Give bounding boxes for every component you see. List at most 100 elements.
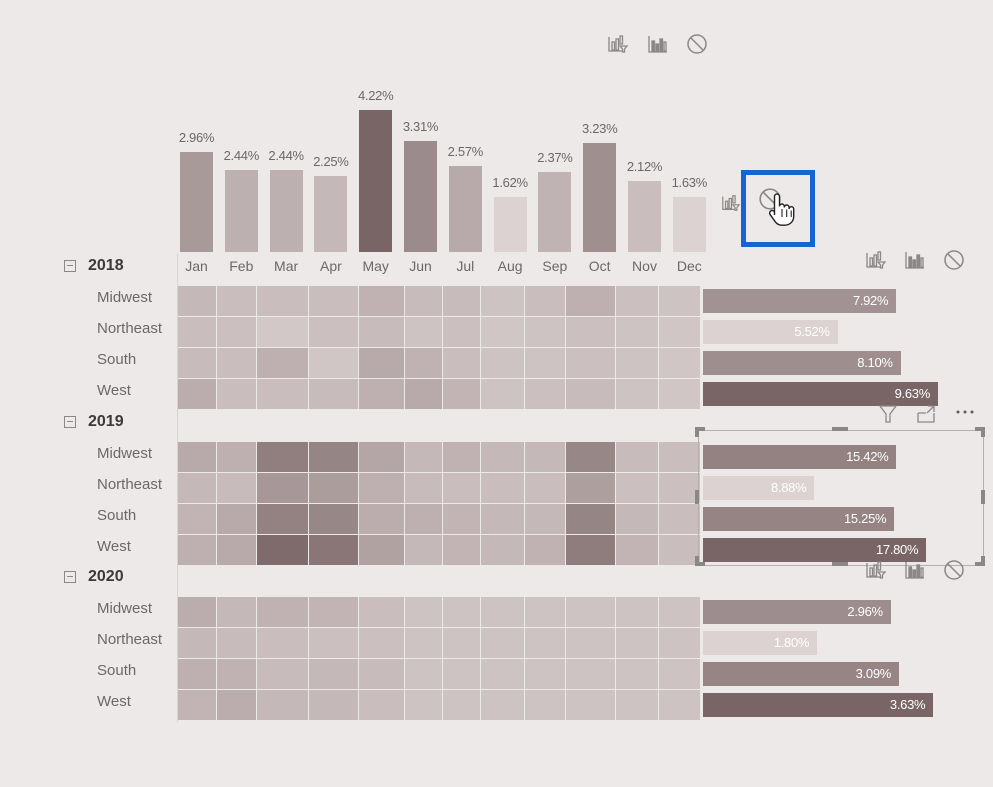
highlighted-no-impact-button[interactable] [741,170,815,247]
heatmap-cell[interactable] [359,690,404,720]
heatmap-cell[interactable] [481,317,524,347]
heatmap-cell[interactable] [481,442,524,472]
filter-icon[interactable] [877,403,899,425]
bar-chart-icon[interactable] [647,33,669,55]
heatmap-cell[interactable] [359,597,404,627]
heatmap-cell[interactable] [616,535,658,565]
heatmap-cell[interactable] [309,286,358,316]
heatmap-cell[interactable] [525,379,565,409]
heatmap-cell[interactable] [525,473,565,503]
heatmap-cell[interactable] [659,348,700,378]
heatmap-cell[interactable] [217,317,256,347]
heatmap-cell[interactable] [309,442,358,472]
heatmap-cell[interactable] [359,535,404,565]
heatmap-cell[interactable] [481,690,524,720]
heatmap-cell[interactable] [659,690,700,720]
heatmap-cell[interactable] [443,597,480,627]
heatmap-cell[interactable] [443,504,480,534]
column-bar-nov[interactable] [628,180,661,252]
column-bar-may[interactable] [359,110,393,252]
heatmap-cell[interactable] [309,473,358,503]
heatmap-cell[interactable] [359,659,404,689]
no-impact-icon[interactable] [943,249,965,271]
heatmap-cell[interactable] [217,442,256,472]
heatmap-cell[interactable] [217,628,256,658]
heatmap-cell[interactable] [443,348,480,378]
heatmap-cell[interactable] [309,504,358,534]
heatmap-cell[interactable] [659,659,700,689]
heatmap-cell[interactable] [359,473,404,503]
heatmap-cell[interactable] [257,535,308,565]
column-bar-apr[interactable] [314,176,348,252]
heatmap-cell[interactable] [566,442,615,472]
heatmap-cell[interactable] [405,628,442,658]
heatmap-cell[interactable] [525,504,565,534]
heatmap-cell[interactable] [405,286,442,316]
heatmap-cell[interactable] [405,597,442,627]
heatmap-cell[interactable] [309,628,358,658]
heatmap-cell[interactable] [659,317,700,347]
region-total-bar[interactable]: 9.63% [703,382,938,406]
heatmap-cell[interactable] [178,659,216,689]
heatmap-cell[interactable] [659,286,700,316]
column-bar-jul[interactable] [448,165,482,252]
heatmap-cell[interactable] [178,597,216,627]
heatmap-cell[interactable] [443,628,480,658]
heatmap-cell[interactable] [359,317,404,347]
heatmap-cell[interactable] [481,348,524,378]
heatmap-cell[interactable] [525,442,565,472]
heatmap-cell[interactable] [257,597,308,627]
region-total-bar[interactable]: 1.80% [703,631,818,655]
collapse-icon[interactable] [64,571,76,583]
resize-handle[interactable] [695,427,699,437]
heatmap-cell[interactable] [217,379,256,409]
column-bar-dec[interactable] [672,197,706,252]
heatmap-cell[interactable] [178,690,216,720]
heatmap-cell[interactable] [257,690,308,720]
collapse-icon[interactable] [64,416,76,428]
heatmap-cell[interactable] [405,317,442,347]
heatmap-cell[interactable] [616,504,658,534]
heatmap-cell[interactable] [659,442,700,472]
heatmap-cell[interactable] [178,504,216,534]
column-bar-jun[interactable] [404,140,437,252]
heatmap-cell[interactable] [616,597,658,627]
heatmap-cell[interactable] [257,504,308,534]
heatmap-cell[interactable] [525,659,565,689]
collapse-icon[interactable] [64,260,76,272]
heatmap-cell[interactable] [566,628,615,658]
heatmap-cell[interactable] [525,535,565,565]
heatmap-cell[interactable] [525,286,565,316]
heatmap-cell[interactable] [405,535,442,565]
heatmap-cell[interactable] [616,690,658,720]
focus-mode-icon[interactable] [915,403,937,425]
heatmap-cell[interactable] [178,442,216,472]
heatmap-cell[interactable] [257,379,308,409]
heatmap-cell[interactable] [359,286,404,316]
heatmap-cell[interactable] [178,286,216,316]
heatmap-cell[interactable] [178,317,216,347]
heatmap-cell[interactable] [525,317,565,347]
heatmap-cell[interactable] [405,442,442,472]
heatmap-cell[interactable] [566,286,615,316]
heatmap-cell[interactable] [257,442,308,472]
heatmap-cell[interactable] [217,690,256,720]
heatmap-cell[interactable] [217,286,256,316]
year-row-header-2020[interactable]: 2020 [64,568,124,586]
drill-filter-icon[interactable] [865,559,887,581]
heatmap-cell[interactable] [217,535,256,565]
region-total-bar[interactable]: 2.96% [703,600,891,624]
column-bar-oct[interactable] [583,143,617,252]
heatmap-cell[interactable] [566,317,615,347]
heatmap-cell[interactable] [443,690,480,720]
heatmap-cell[interactable] [616,317,658,347]
year-row-header-2018[interactable]: 2018 [64,257,124,275]
region-total-bar[interactable]: 5.52% [703,320,838,344]
heatmap-cell[interactable] [309,535,358,565]
heatmap-cell[interactable] [309,348,358,378]
heatmap-cell[interactable] [659,535,700,565]
heatmap-cell[interactable] [616,286,658,316]
heatmap-cell[interactable] [566,379,615,409]
column-bar-mar[interactable] [269,169,303,252]
heatmap-cell[interactable] [257,628,308,658]
